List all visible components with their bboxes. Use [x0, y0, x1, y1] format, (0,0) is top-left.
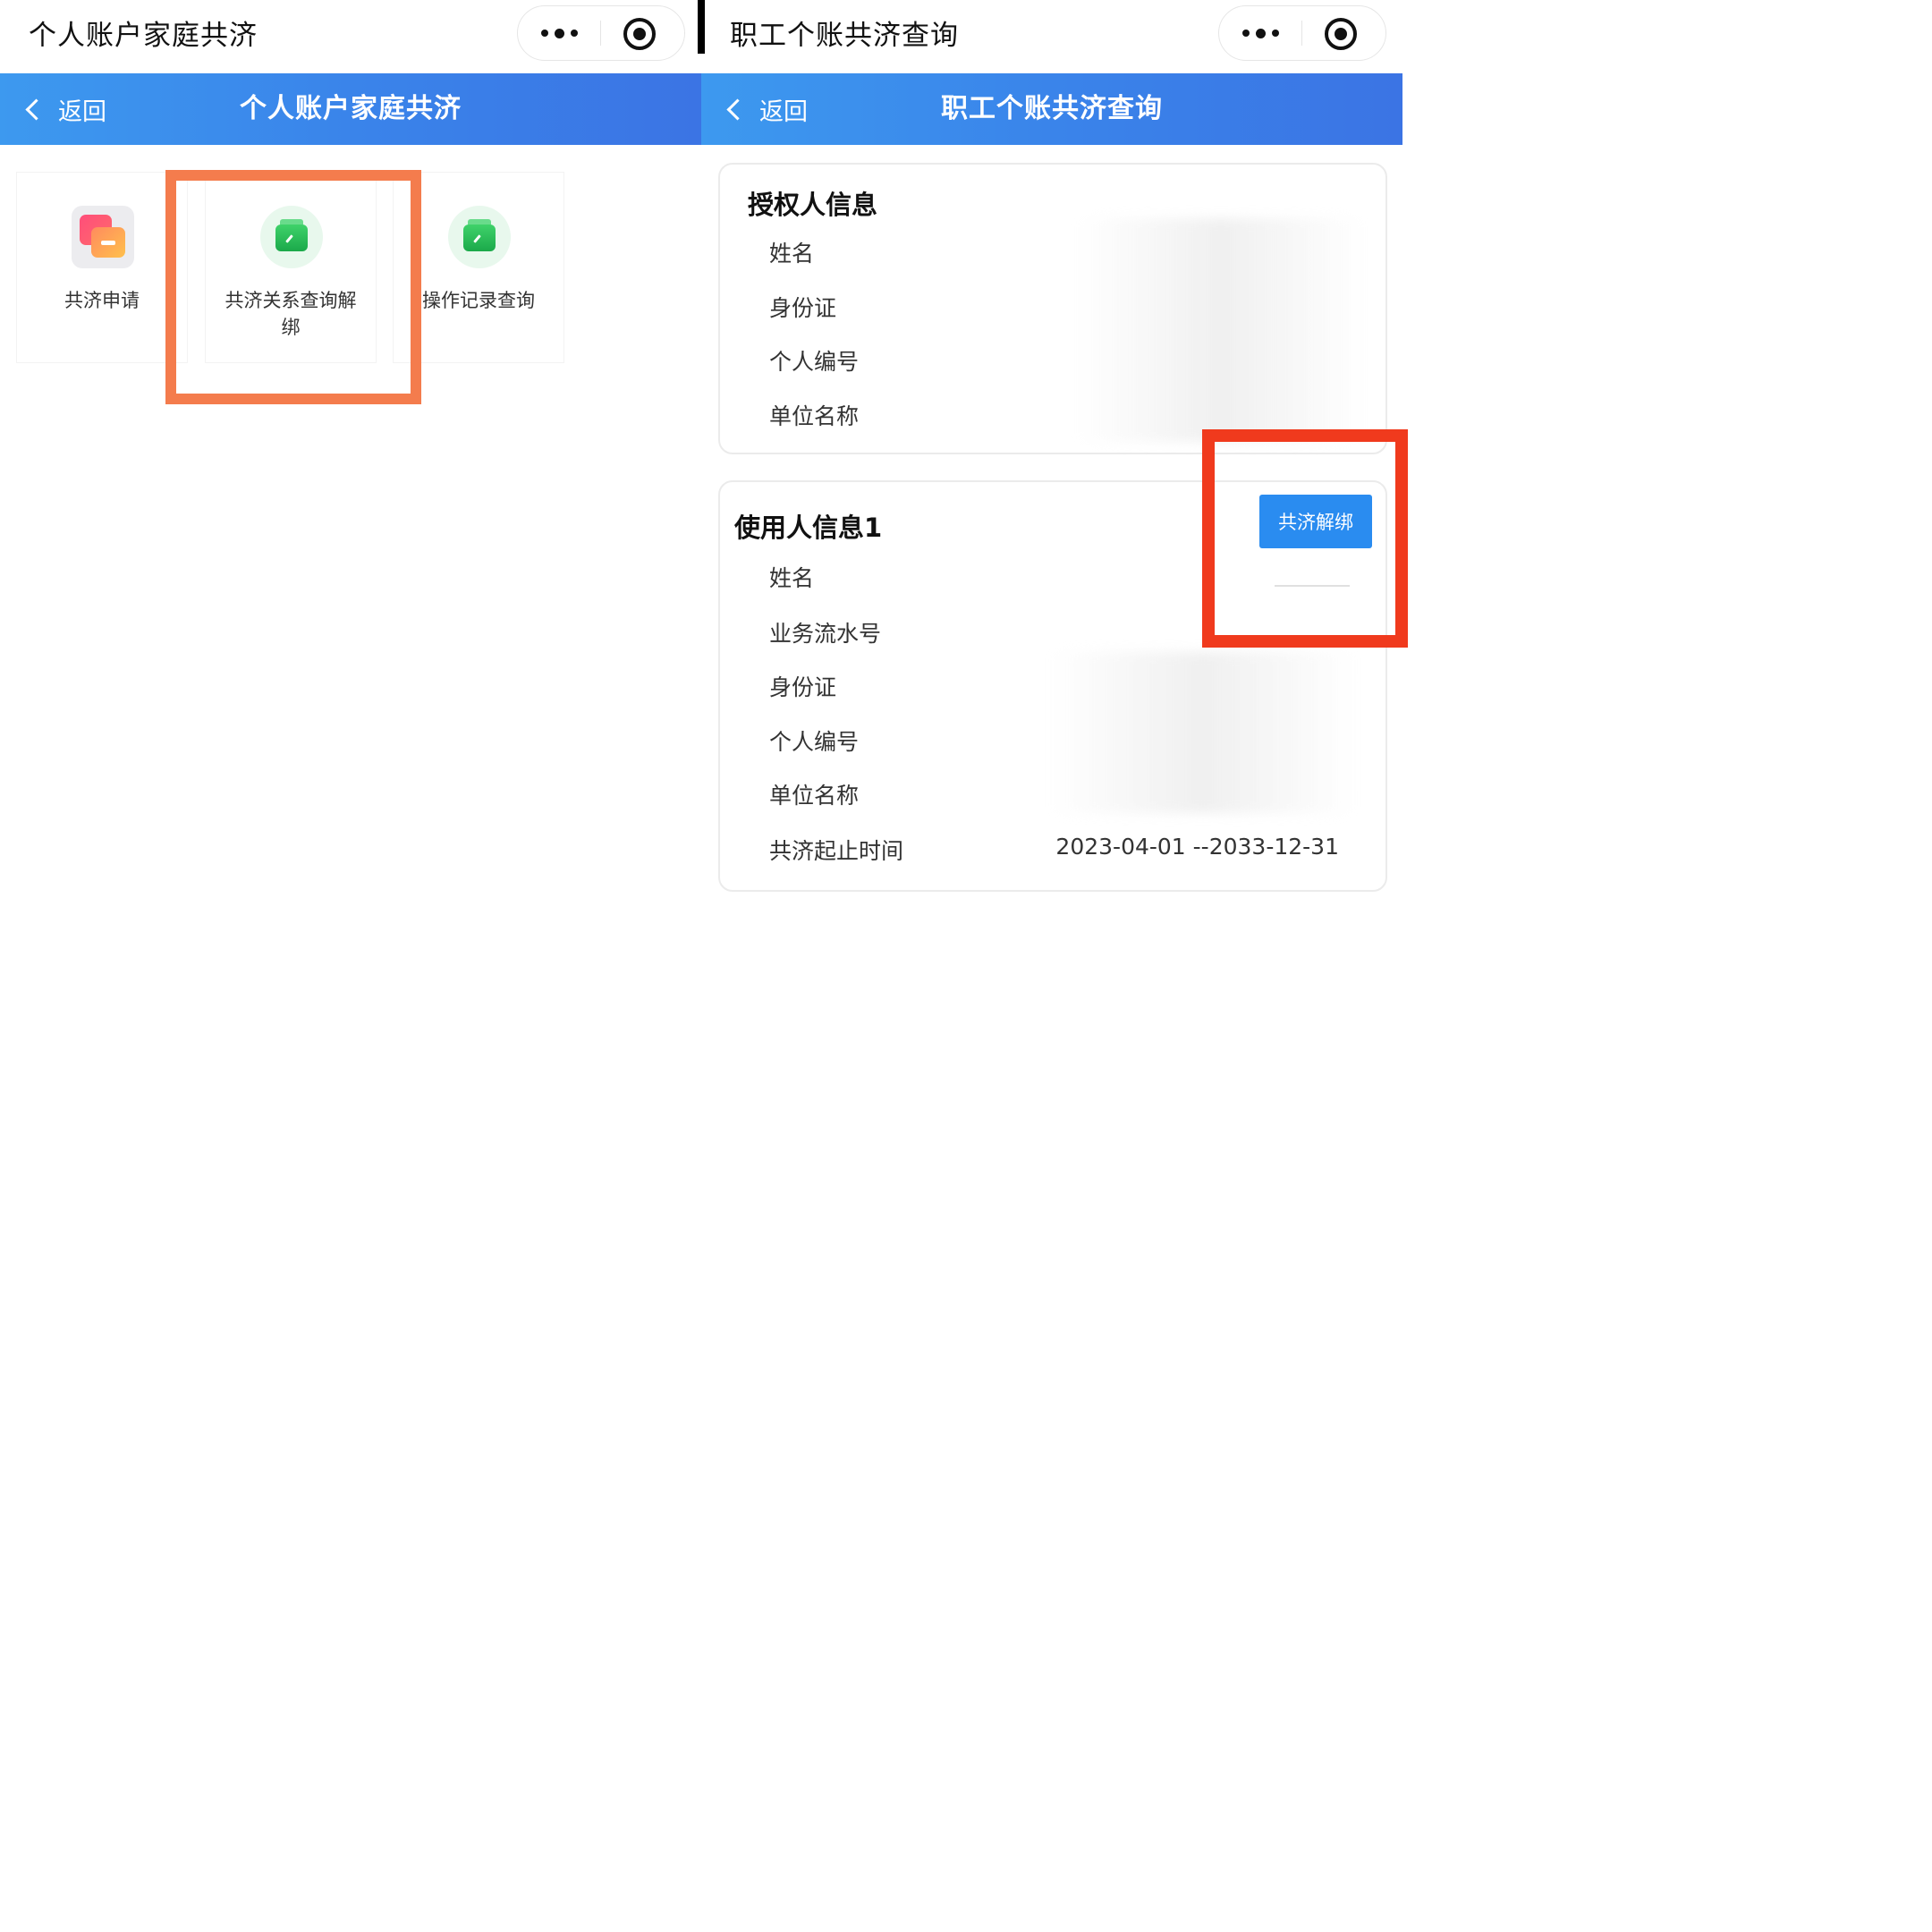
- capsule-divider: [600, 21, 601, 46]
- green-wallet-icon: [448, 206, 511, 268]
- card-title: 使用人信息1: [734, 513, 883, 543]
- page-title: 个人账户家庭共济: [240, 93, 462, 124]
- mini-program-title-bar: 个人账户家庭共济: [0, 0, 701, 73]
- field-label: 身份证: [769, 295, 837, 321]
- more-icon[interactable]: [1219, 6, 1301, 60]
- nav-bar: 返回 个人账户家庭共济: [0, 73, 701, 145]
- highlight-box: [1202, 429, 1408, 648]
- redacted-values: [1078, 218, 1364, 442]
- card-title: 授权人信息: [748, 190, 878, 220]
- field-label: 单位名称: [769, 403, 860, 429]
- highlight-box: [165, 170, 421, 404]
- field-label: 姓名: [769, 241, 815, 267]
- capsule-menu: [1218, 5, 1386, 61]
- capsule-divider: [1301, 21, 1302, 46]
- capsule-menu: [517, 5, 685, 61]
- redacted-values: [1051, 652, 1355, 813]
- field-label: 单位名称: [769, 783, 860, 809]
- field-label: 个人编号: [769, 729, 860, 755]
- right-screen: 职工个账共济查询 返回 职工个账共济查询 授权人信息 姓名 身份证 个人编号 单…: [701, 0, 1402, 1402]
- tile-apply[interactable]: 共济申请: [17, 173, 187, 362]
- field-label: 共济起止时间: [769, 838, 904, 864]
- screen-divider: [698, 0, 705, 54]
- page-title: 职工个账共济查询: [941, 93, 1163, 124]
- close-target-icon[interactable]: [1325, 18, 1357, 50]
- authorizer-card: 授权人信息 姓名 身份证 个人编号 单位名称: [718, 163, 1387, 454]
- window-title: 职工个账共济查询: [730, 20, 959, 52]
- field-label: 个人编号: [769, 349, 860, 375]
- field-label: 姓名: [769, 565, 815, 591]
- nav-bar: 返回 职工个账共济查询: [701, 73, 1402, 145]
- close-target-icon[interactable]: [623, 18, 656, 50]
- left-screen: 个人账户家庭共济 返回 个人账户家庭共济 共济申请 共济关系查询解绑 操作记录查…: [0, 0, 701, 1402]
- period-value: 2023-04-01 --2033-12-31: [1055, 834, 1339, 860]
- mini-program-title-bar: 职工个账共济查询: [701, 0, 1402, 73]
- more-icon[interactable]: [518, 6, 600, 60]
- field-label: 业务流水号: [769, 621, 882, 647]
- field-label: 身份证: [769, 674, 837, 700]
- tile-label: 共济申请: [64, 290, 140, 311]
- stacked-cards-icon: [72, 206, 134, 268]
- window-title: 个人账户家庭共济: [29, 20, 258, 52]
